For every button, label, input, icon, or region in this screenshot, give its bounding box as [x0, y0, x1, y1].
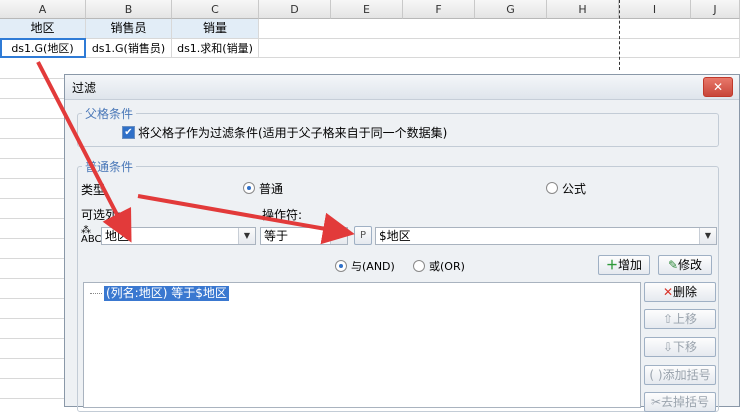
- col-header-b[interactable]: B: [86, 0, 172, 19]
- row-line: [0, 178, 65, 179]
- add-bracket-label: 添加括号: [662, 368, 711, 382]
- col-header-i[interactable]: I: [619, 0, 691, 19]
- cell-d1[interactable]: [259, 19, 740, 39]
- cell-a1[interactable]: 地区: [0, 19, 86, 39]
- operator-label: 操作符:: [262, 208, 303, 222]
- dialog-title: 过滤: [72, 81, 97, 95]
- row-line: [0, 198, 65, 199]
- row-line: [0, 238, 65, 239]
- row-line: [0, 118, 65, 119]
- type-label: 类型: [81, 183, 106, 197]
- chevron-down-icon[interactable]: ▼: [238, 228, 255, 244]
- col-header-e[interactable]: E: [331, 0, 403, 19]
- or-radio[interactable]: [413, 260, 425, 272]
- parent-condition-title: 父格条件: [82, 105, 137, 122]
- value-select-value: $地区: [379, 229, 411, 243]
- abc-icon: ⁂ ABC: [81, 225, 102, 245]
- param-type-button[interactable]: P: [354, 226, 372, 245]
- col-header-f[interactable]: F: [403, 0, 475, 19]
- parent-condition-group: 父格条件 ✔ 将父格子作为过滤条件(适用于父子格来自于同一个数据集): [77, 105, 719, 147]
- selected-cell-outline: [0, 38, 86, 58]
- move-up-button[interactable]: ⇧上移: [644, 309, 716, 329]
- row-line: [0, 138, 65, 139]
- add-button-label: 增加: [618, 258, 643, 272]
- column-select-value: 地区: [105, 229, 130, 243]
- type-normal-label: 普通: [259, 182, 284, 196]
- page-break-line: [619, 0, 620, 70]
- and-radio[interactable]: [335, 260, 347, 272]
- cell-b2[interactable]: ds1.G(销售员): [86, 39, 172, 58]
- cell-b1[interactable]: 销售员: [86, 19, 172, 39]
- row-line: [0, 318, 65, 319]
- col-header-c[interactable]: C: [172, 0, 259, 19]
- param-icon: P: [359, 230, 367, 241]
- parent-filter-label: 将父格子作为过滤条件(适用于父子格来自于同一个数据集): [138, 126, 448, 140]
- column-select[interactable]: 地区 ▼: [101, 227, 256, 245]
- chevron-down-icon[interactable]: ▼: [699, 228, 716, 244]
- arrow-up-icon: ⇧: [662, 312, 674, 326]
- row-line: [0, 338, 65, 339]
- add-button[interactable]: ＋增加: [598, 255, 650, 275]
- normal-condition-title: 普通条件: [82, 158, 137, 175]
- row-line: [0, 378, 65, 379]
- arrow-down-icon: ⇩: [662, 340, 674, 354]
- delete-button[interactable]: ✕删除: [644, 282, 716, 302]
- row-line: [0, 218, 65, 219]
- move-down-label: 下移: [673, 340, 698, 354]
- type-formula-radio[interactable]: [546, 182, 558, 194]
- close-button[interactable]: ✕: [703, 77, 733, 97]
- and-label: 与(AND): [351, 260, 395, 273]
- value-select[interactable]: $地区 ▼: [375, 227, 717, 245]
- col-header-g[interactable]: G: [475, 0, 547, 19]
- move-down-button[interactable]: ⇩下移: [644, 337, 716, 357]
- tree-connector: [90, 293, 102, 294]
- cell-d2[interactable]: [259, 39, 740, 58]
- or-label: 或(OR): [429, 260, 465, 273]
- row-line: [0, 98, 65, 99]
- move-up-label: 上移: [673, 312, 698, 326]
- col-header-a[interactable]: A: [0, 0, 86, 19]
- delete-icon: ✕: [662, 285, 674, 299]
- row-line: [0, 358, 65, 359]
- plus-icon: ＋: [605, 258, 618, 272]
- edit-icon: ✎: [667, 258, 679, 272]
- row-line: [0, 398, 65, 399]
- chevron-down-icon[interactable]: ▼: [330, 228, 347, 244]
- col-header-j[interactable]: J: [691, 0, 740, 19]
- condition-item[interactable]: (列名:地区) 等于$地区: [104, 286, 229, 301]
- modify-button-label: 修改: [678, 258, 703, 272]
- column-label: 可选列:: [81, 208, 122, 222]
- row-line: [0, 158, 65, 159]
- delete-button-label: 删除: [673, 285, 698, 299]
- cell-c2[interactable]: ds1.求和(销量): [172, 39, 259, 58]
- parent-filter-checkbox[interactable]: ✔: [122, 126, 135, 139]
- row-line: [0, 78, 65, 79]
- operator-select-value: 等于: [264, 229, 289, 243]
- row-line: [0, 278, 65, 279]
- type-normal-radio[interactable]: [243, 182, 255, 194]
- type-formula-label: 公式: [562, 182, 587, 196]
- bracket-icon: ( ): [649, 368, 663, 382]
- operator-select[interactable]: 等于 ▼: [260, 227, 348, 245]
- col-header-d[interactable]: D: [259, 0, 331, 19]
- row-line: [0, 298, 65, 299]
- modify-button[interactable]: ✎修改: [658, 255, 712, 275]
- col-header-h[interactable]: H: [547, 0, 619, 19]
- filter-dialog: 过滤 ✕ 父格条件 ✔ 将父格子作为过滤条件(适用于父子格来自于同一个数据集) …: [64, 74, 740, 412]
- remove-bracket-button[interactable]: ✂去掉括号: [644, 392, 716, 412]
- row-line: [0, 258, 65, 259]
- add-bracket-button[interactable]: ( )添加括号: [644, 365, 716, 385]
- cell-c1[interactable]: 销量: [172, 19, 259, 39]
- dialog-titlebar[interactable]: 过滤 ✕: [65, 75, 739, 100]
- condition-list[interactable]: (列名:地区) 等于$地区: [83, 282, 641, 408]
